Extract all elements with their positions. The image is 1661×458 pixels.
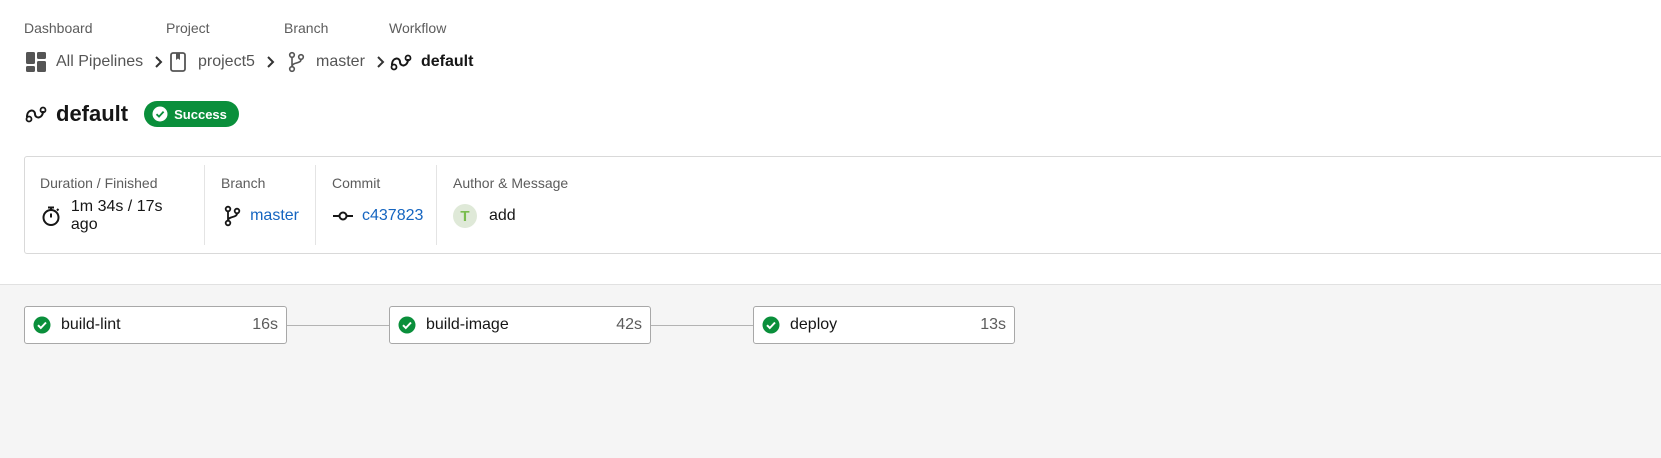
duration-label: Duration / Finished xyxy=(40,175,158,191)
git-branch-icon xyxy=(284,50,308,74)
status-badge-label: Success xyxy=(174,106,227,122)
duration-cell: Duration / Finished 1m 34s / 17s ago xyxy=(25,165,205,245)
workflow-icon xyxy=(24,102,48,126)
breadcrumb-caption: Workflow xyxy=(389,20,447,36)
commit-cell: Commit c437823 xyxy=(316,165,437,245)
branch-link[interactable]: master xyxy=(250,207,299,225)
page-title-row: default Success xyxy=(24,96,239,132)
breadcrumb-caption: Dashboard xyxy=(24,20,93,36)
job-connector xyxy=(651,325,753,326)
branch-label: Branch xyxy=(221,175,266,191)
breadcrumb-project: Project project5 xyxy=(166,18,277,74)
check-circle-icon xyxy=(152,106,168,122)
job-duration: 16s xyxy=(252,316,278,333)
workflow-details-panel: Duration / Finished 1m 34s / 17s ago Bra… xyxy=(24,156,1661,254)
commit-label: Commit xyxy=(332,175,381,191)
job-name: build-image xyxy=(426,316,509,333)
breadcrumb-current-workflow: default xyxy=(421,53,474,70)
commit-message: add xyxy=(489,207,516,224)
job-card-build-lint[interactable]: build-lint 16s xyxy=(24,306,287,344)
workflow-icon xyxy=(389,50,413,74)
breadcrumb-caption: Project xyxy=(166,20,210,36)
success-check-icon xyxy=(33,316,51,334)
project-icon xyxy=(166,50,190,74)
commit-link[interactable]: c437823 xyxy=(362,207,423,225)
author-label: Author & Message xyxy=(453,175,569,191)
job-card-build-image[interactable]: build-image 42s xyxy=(389,306,651,344)
breadcrumb-branch: Branch master xyxy=(284,18,387,74)
job-connector xyxy=(287,325,389,326)
avatar: T xyxy=(453,204,477,228)
breadcrumb-link-all-pipelines[interactable]: All Pipelines xyxy=(56,53,143,71)
job-card-deploy[interactable]: deploy 13s xyxy=(753,306,1015,344)
breadcrumb-caption: Branch xyxy=(284,20,329,36)
job-duration: 13s xyxy=(980,316,1006,333)
chevron-right-icon xyxy=(265,55,277,69)
breadcrumb-dashboard: Dashboard All Pipelines xyxy=(24,18,165,74)
status-badge: Success xyxy=(144,101,239,127)
git-commit-icon xyxy=(332,204,354,228)
duration-value: 1m 34s / 17s ago xyxy=(70,198,163,233)
dashboard-icon xyxy=(24,50,48,74)
chevron-right-icon xyxy=(375,55,387,69)
job-name: deploy xyxy=(790,316,838,333)
job-name: build-lint xyxy=(61,316,121,333)
job-duration: 42s xyxy=(616,316,642,333)
success-check-icon xyxy=(398,316,416,334)
breadcrumb-workflow: Workflow default xyxy=(389,18,473,74)
branch-cell: Branch master xyxy=(205,165,316,245)
breadcrumb-link-project[interactable]: project5 xyxy=(198,53,255,71)
header-area: Dashboard All Pipelines Project project5… xyxy=(0,0,1661,285)
git-branch-icon xyxy=(221,204,242,228)
author-cell: Author & Message T add xyxy=(437,165,769,245)
stopwatch-icon xyxy=(40,204,63,228)
success-check-icon xyxy=(762,316,780,334)
chevron-right-icon xyxy=(153,55,165,69)
page-title: default xyxy=(56,101,129,126)
breadcrumb-link-branch[interactable]: master xyxy=(316,53,365,71)
